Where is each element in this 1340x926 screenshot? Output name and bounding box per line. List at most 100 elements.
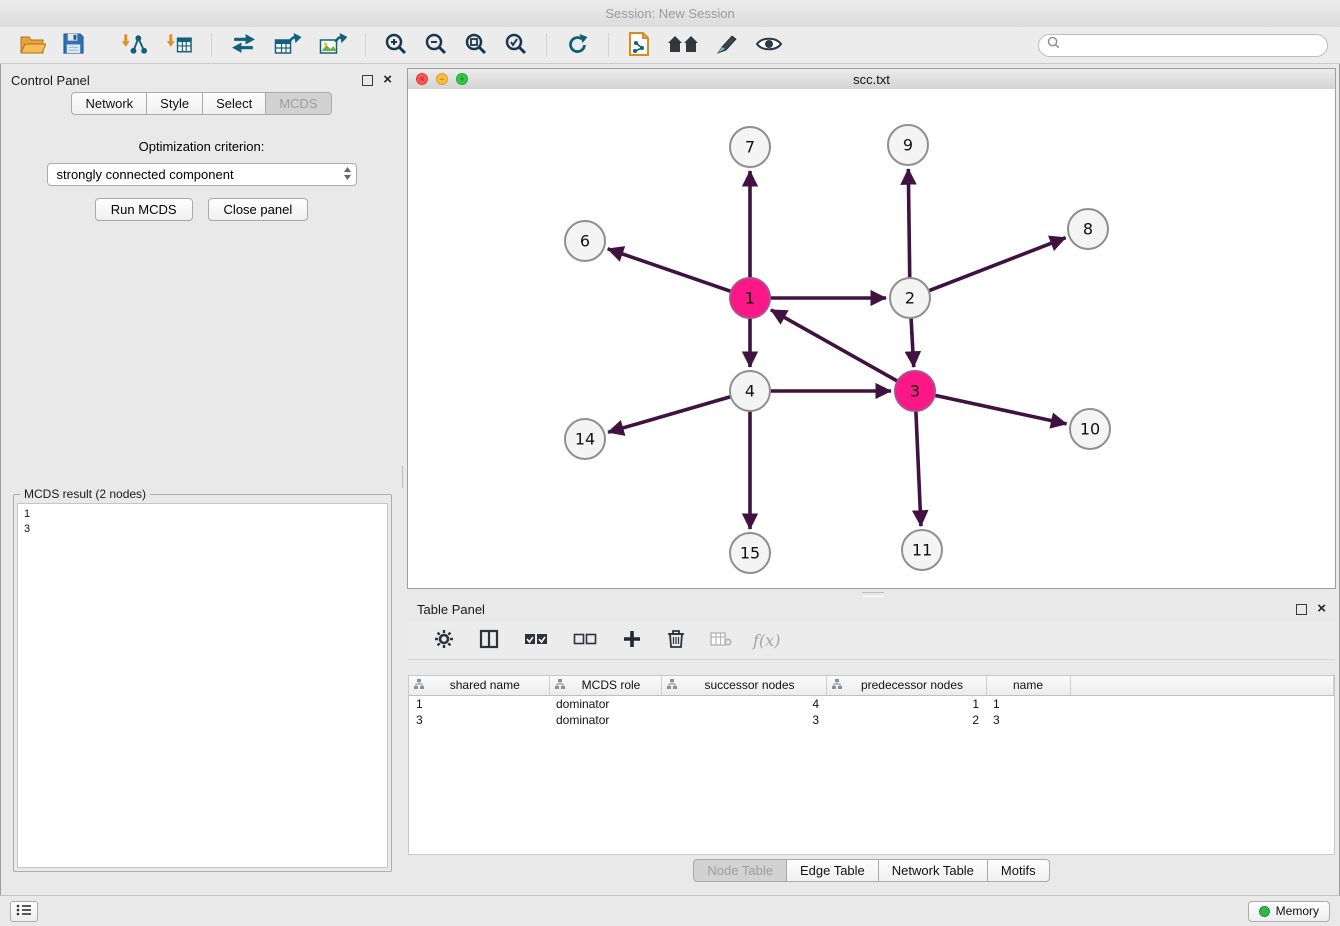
deselect-all-button[interactable] — [568, 630, 602, 651]
graph-node-4[interactable]: 4 — [730, 371, 770, 411]
show-hide-panels-button[interactable] — [750, 33, 788, 58]
table-cell[interactable]: 3 — [409, 712, 549, 728]
memory-button[interactable]: Memory — [1248, 901, 1330, 922]
table-cell[interactable]: 4 — [661, 695, 826, 712]
graph-node-9[interactable]: 9 — [888, 125, 928, 165]
tab-select[interactable]: Select — [203, 92, 266, 115]
control-panel-header: Control Panel × — [2, 68, 401, 92]
mcds-result-list[interactable]: 1 3 — [17, 503, 388, 868]
table-header-row: shared name MCDS role successor nodes pr… — [409, 676, 1334, 695]
node-label: 1 — [745, 289, 755, 308]
tab-network[interactable]: Network — [71, 92, 147, 115]
export-network-button[interactable] — [225, 30, 262, 60]
import-table-button[interactable] — [159, 30, 198, 61]
deselect-all-icon — [573, 632, 597, 649]
table-tab-bar: Node Table Edge Table Network Table Moti… — [407, 859, 1336, 882]
zoom-in-button[interactable] — [379, 30, 413, 61]
open-session-document-button[interactable] — [622, 29, 656, 62]
home-button[interactable] — [662, 31, 704, 60]
save-session-button[interactable] — [57, 30, 90, 60]
delete-column-button[interactable] — [662, 627, 690, 654]
run-mcds-button[interactable]: Run MCDS — [95, 198, 193, 221]
zoom-fit-button[interactable] — [459, 30, 493, 61]
close-panel-button[interactable]: Close panel — [208, 198, 309, 221]
table-cell[interactable]: dominator — [549, 695, 661, 712]
column-header-predecessor-nodes[interactable]: predecessor nodes — [826, 676, 986, 695]
maximize-window-icon[interactable]: + — [456, 73, 468, 85]
table-cell[interactable]: 2 — [826, 712, 986, 728]
graph-node-2[interactable]: 2 — [890, 278, 930, 318]
column-header-name[interactable]: name — [986, 676, 1070, 695]
search-input[interactable] — [1065, 37, 1319, 53]
zoom-selected-button[interactable] — [499, 30, 533, 61]
task-list-icon — [16, 904, 32, 919]
graph-node-8[interactable]: 8 — [1068, 209, 1108, 249]
task-history-button[interactable] — [10, 901, 38, 922]
close-table-panel-icon[interactable]: × — [1317, 603, 1326, 615]
graph-node-6[interactable]: 6 — [565, 221, 605, 261]
tab-network-table[interactable]: Network Table — [879, 859, 988, 882]
graph-edge-3-11[interactable] — [916, 411, 921, 526]
graph-node-3[interactable]: 3 — [895, 371, 935, 411]
toolbar-separator — [211, 33, 212, 57]
graph-edge-2-3[interactable] — [911, 318, 914, 367]
column-header-mcds-role[interactable]: MCDS role — [549, 676, 661, 695]
tab-motifs[interactable]: Motifs — [988, 859, 1050, 882]
table-cell[interactable]: 1 — [826, 695, 986, 712]
node-label: 7 — [745, 138, 755, 157]
table-cell[interactable]: 3 — [986, 712, 1070, 728]
close-panel-icon[interactable]: × — [383, 74, 392, 86]
control-panel-title: Control Panel — [11, 73, 90, 88]
column-header-successor-nodes[interactable]: successor nodes — [661, 676, 826, 695]
close-window-icon[interactable]: × — [416, 73, 428, 85]
style-brush-button[interactable] — [710, 30, 744, 61]
refresh-button[interactable] — [560, 30, 595, 61]
graph-edge-3-1[interactable] — [771, 310, 898, 381]
status-bar: Memory — [0, 895, 1340, 926]
graph-node-14[interactable]: 14 — [565, 419, 605, 459]
column-header-shared-name[interactable]: shared name — [409, 676, 549, 695]
select-all-button[interactable] — [519, 630, 553, 651]
minimize-window-icon[interactable]: − — [436, 73, 448, 85]
optimization-dropdown[interactable]: strongly connected component — [47, 163, 357, 186]
tab-edge-table[interactable]: Edge Table — [787, 859, 879, 882]
graph-edge-2-9[interactable] — [908, 169, 909, 278]
tab-node-table[interactable]: Node Table — [693, 859, 787, 882]
column-header-filler — [1070, 676, 1334, 695]
export-image-button[interactable] — [313, 30, 352, 61]
graph-node-1[interactable]: 1 — [730, 278, 770, 318]
table-cell[interactable]: dominator — [549, 712, 661, 728]
table-cell[interactable]: 3 — [661, 712, 826, 728]
table-cell[interactable]: 1 — [986, 695, 1070, 712]
horizontal-splitter[interactable] — [407, 589, 1336, 597]
tab-style[interactable]: Style — [147, 92, 203, 115]
table-settings-button[interactable] — [429, 627, 459, 654]
graph-edge-2-8[interactable] — [929, 238, 1066, 291]
graph-edge-4-14[interactable] — [608, 397, 731, 433]
import-network-button[interactable] — [114, 30, 153, 61]
graph-node-15[interactable]: 15 — [730, 533, 770, 573]
node-label: 3 — [910, 382, 920, 401]
search-field[interactable] — [1038, 34, 1328, 57]
table-cell[interactable]: 1 — [409, 695, 549, 712]
graph-node-10[interactable]: 10 — [1070, 409, 1110, 449]
graph-node-11[interactable]: 11 — [902, 530, 942, 570]
graph-edge-3-10[interactable] — [935, 395, 1067, 424]
graph-edge-1-6[interactable] — [608, 249, 731, 292]
open-file-button[interactable] — [15, 31, 51, 60]
graph-node-7[interactable]: 7 — [730, 127, 770, 167]
trash-icon — [667, 629, 685, 652]
show-columns-button[interactable] — [474, 627, 504, 654]
zoom-out-button[interactable] — [419, 30, 453, 61]
float-table-panel-icon[interactable] — [1296, 604, 1307, 615]
delete-table-button — [705, 629, 737, 652]
add-column-button[interactable] — [617, 627, 647, 654]
network-canvas[interactable]: 7 9 6 8 1 2 4 3 14 10 15 11 — [408, 89, 1335, 588]
export-network-icon — [230, 32, 257, 58]
table-row[interactable]: 1dominator411 — [409, 695, 1334, 712]
table-row[interactable]: 3dominator323 — [409, 712, 1334, 728]
float-panel-icon[interactable] — [362, 75, 373, 86]
tab-mcds[interactable]: MCDS — [266, 92, 331, 115]
export-table-button[interactable] — [268, 30, 307, 61]
table-toolbar: f(x) — [408, 621, 1335, 660]
